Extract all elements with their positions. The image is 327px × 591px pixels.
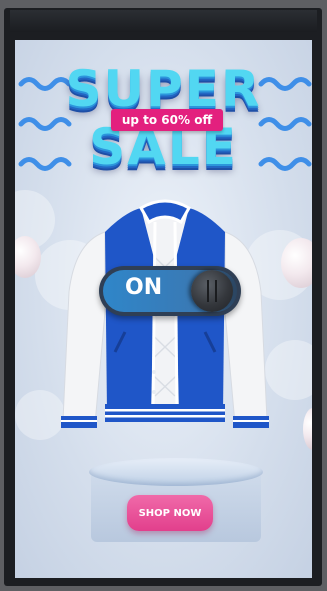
shop-now-button[interactable]: SHOP NOW	[127, 495, 213, 531]
knob-grip-line	[207, 280, 209, 302]
product-pedestal-top	[89, 458, 263, 486]
decorative-orb	[303, 408, 312, 450]
on-off-toggle[interactable]: ON	[99, 266, 241, 316]
toggle-label: ON	[125, 275, 163, 300]
toggle-knob[interactable]	[191, 270, 233, 312]
display-top-bezel	[10, 10, 317, 32]
discount-badge: up to 60% off	[111, 109, 223, 131]
knob-grip-line	[215, 280, 217, 302]
ad-screen: SUPER SALE up to 60% off ON SHOP NOW	[15, 40, 312, 578]
